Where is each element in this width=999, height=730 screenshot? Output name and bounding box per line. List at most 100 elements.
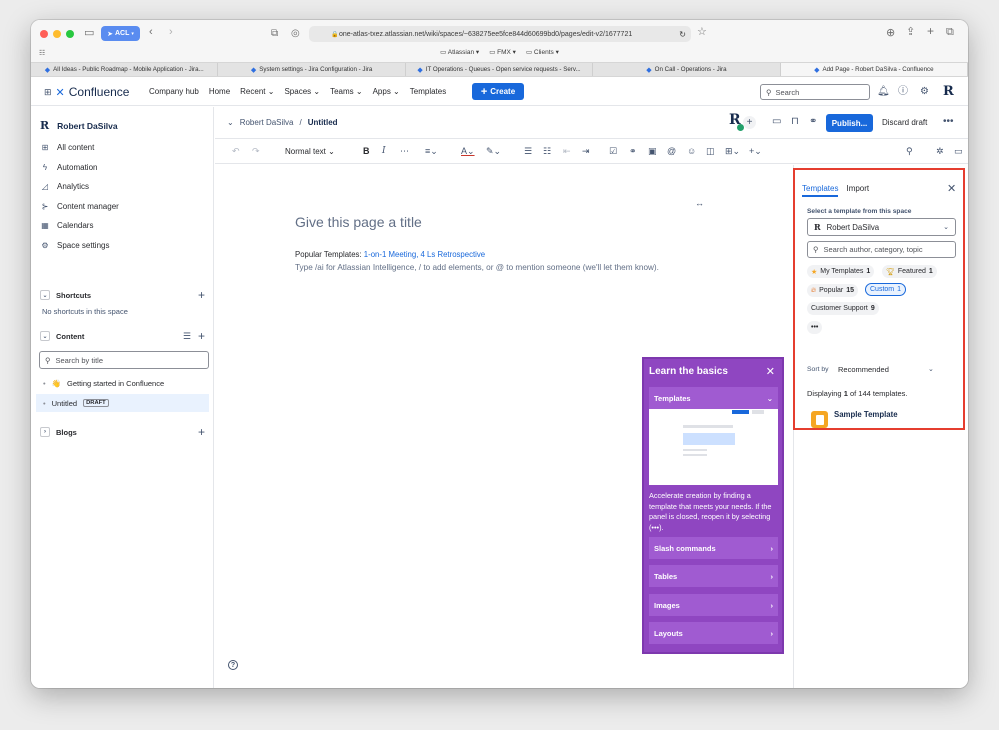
editor-placeholder-hint[interactable]: Type /ai for Atlassian Intelligence, / t… [295, 263, 659, 272]
find-replace-icon[interactable]: ⚲ [906, 147, 913, 156]
reload-icon[interactable]: ↻ [679, 30, 686, 39]
translate-icon[interactable]: ⧉ [271, 28, 278, 39]
layout-icon[interactable]: ◫ [706, 147, 715, 156]
table-icon[interactable]: ⊞⌄ [725, 147, 740, 156]
more-actions-icon[interactable]: ••• [943, 116, 954, 127]
alignment-icon[interactable]: ≡⌄ [425, 147, 438, 156]
image-icon[interactable]: ▣ [648, 147, 657, 156]
add-collaborator-icon[interactable]: + [743, 116, 756, 129]
notifications-bell-icon[interactable]: 🔔︎ [877, 87, 890, 97]
link-icon[interactable]: ⚭ [629, 147, 637, 156]
discard-draft-button[interactable]: Discard draft [882, 118, 927, 127]
address-bar[interactable]: 🔒 one-atlas-txez.atlassian.net/wiki/spac… [309, 26, 691, 42]
insert-more-icon[interactable]: +⌄ [749, 147, 762, 156]
expand-width-icon[interactable]: ↔ [695, 198, 704, 208]
browser-tab-active[interactable]: ◆ Add Page - Robert DaSilva - Confluence [780, 63, 968, 76]
redo-icon[interactable]: ↷ [252, 147, 260, 156]
browser-tab[interactable]: ◆ On Call - Operations - Jira [593, 63, 781, 76]
text-style-dropdown[interactable]: Normal text ⌄ [285, 147, 335, 156]
close-window-button[interactable] [40, 30, 48, 38]
breadcrumb-parent[interactable]: Robert DaSilva [240, 118, 294, 127]
nav-apps[interactable]: Apps ⌄ [373, 87, 400, 96]
bookmark-folder-atlassian[interactable]: ▭ Atlassian ▾ [440, 48, 479, 56]
browser-tab[interactable]: ◆ IT Operations - Queues - Open service r… [406, 63, 594, 76]
close-icon[interactable]: ✕ [766, 365, 775, 378]
sidebar-item-space-settings[interactable]: ⚙ Space settings [41, 240, 119, 251]
add-blog-icon[interactable]: + [198, 425, 205, 439]
forward-icon[interactable]: › [169, 27, 173, 38]
bold-icon[interactable]: B [363, 147, 370, 156]
blogs-header[interactable]: › Blogs + [40, 425, 205, 439]
nav-templates[interactable]: Templates [410, 87, 446, 96]
indent-icon[interactable]: ⇥ [582, 147, 590, 156]
text-color-icon[interactable]: A⌄ [461, 147, 475, 156]
add-shortcut-icon[interactable]: + [198, 288, 205, 302]
learn-section-images[interactable]: Images › [649, 594, 778, 616]
page-title-input[interactable]: Give this page a title [295, 214, 422, 230]
tab-overview-icon[interactable]: ⧉ [946, 27, 954, 38]
tree-item-getting-started[interactable]: • 👋 Getting started in Confluence [36, 374, 209, 392]
learn-section-layouts[interactable]: Layouts › [649, 622, 778, 644]
outdent-icon[interactable]: ⇤ [563, 147, 571, 156]
restrictions-lock-icon[interactable]: ⊓ [791, 117, 799, 127]
nav-spaces[interactable]: Spaces ⌄ [284, 87, 320, 96]
learn-section-slash-commands[interactable]: Slash commands › [649, 537, 778, 559]
comment-icon[interactable]: ▭ [772, 117, 781, 127]
learn-section-templates[interactable]: Templates ⌄ [649, 387, 778, 409]
publish-button[interactable]: Publish... [826, 114, 873, 132]
nav-company-hub[interactable]: Company hub [149, 87, 199, 96]
space-header[interactable]: R Robert DaSilva [40, 119, 118, 132]
bullet-list-icon[interactable]: ☰ [524, 147, 532, 156]
settings-gear-icon[interactable]: ⚙ [920, 87, 929, 97]
sidebar-item-calendars[interactable]: ▦ Calendars [41, 220, 119, 231]
share-icon[interactable]: ⇪ [906, 27, 915, 38]
nav-home[interactable]: Home [209, 87, 230, 96]
link-icon[interactable]: ⚭ [809, 117, 817, 127]
chevron-down-icon[interactable]: ⌄ [40, 331, 50, 341]
shortcuts-header[interactable]: ⌄ Shortcuts + [40, 288, 205, 302]
sidebar-toggle-icon[interactable]: ▭ [84, 28, 94, 39]
chevron-down-icon[interactable]: ⌄ [40, 290, 50, 300]
downloads-icon[interactable]: ⊕ [886, 28, 895, 39]
profile-avatar[interactable]: R [943, 84, 954, 99]
create-button[interactable]: + Create [472, 83, 524, 100]
filter-icon[interactable]: ☰ [183, 331, 191, 342]
new-tab-icon[interactable]: + [927, 25, 934, 37]
ai-sparkle-icon[interactable]: ✲ [936, 147, 944, 156]
mention-icon[interactable]: @ [667, 147, 676, 156]
bookmark-folder-clients[interactable]: ▭ Clients ▾ [526, 48, 559, 56]
popular-template-links[interactable]: 1-on-1 Meeting, 4 Ls Retrospective [364, 250, 485, 259]
confluence-logo[interactable]: ⊞ ✕ Confluence [44, 85, 129, 99]
sidebar-item-automation[interactable]: ϟ Automation [41, 162, 119, 173]
acl-extension-button[interactable]: ➤ ACL ▾ [101, 26, 140, 41]
bookmark-star-icon[interactable]: ☆ [697, 27, 707, 38]
learn-section-tables[interactable]: Tables › [649, 565, 778, 587]
sidebar-item-content-manager[interactable]: ⊱ Content manager [41, 201, 119, 212]
chevron-down-icon[interactable]: ⌄ [227, 118, 234, 127]
content-search-input[interactable]: ⚲ Search by title [39, 351, 209, 369]
browser-tab[interactable]: ◆ System settings - Jira Configuration - … [218, 63, 406, 76]
video-icon[interactable]: ▭ [954, 147, 963, 156]
undo-icon[interactable]: ↶ [232, 147, 240, 156]
zoom-window-button[interactable] [66, 30, 74, 38]
chevron-right-icon[interactable]: › [40, 427, 50, 437]
more-formatting-icon[interactable]: ⋯ [400, 147, 409, 156]
task-checkbox-icon[interactable]: ☑ [609, 147, 617, 156]
bookmark-folder-fmx[interactable]: ▭ FMX ▾ [489, 48, 516, 56]
global-search-input[interactable]: ⚲ Search [760, 84, 870, 100]
help-icon[interactable]: ⓘ [898, 87, 908, 97]
app-switcher-icon[interactable]: ⊞ [44, 87, 52, 98]
numbered-list-icon[interactable]: ☷ [543, 147, 551, 156]
add-content-icon[interactable]: + [198, 329, 205, 343]
minimize-window-button[interactable] [53, 30, 61, 38]
sidebar-item-all-content[interactable]: ⊞ All content [41, 142, 119, 153]
nav-teams[interactable]: Teams ⌄ [330, 87, 363, 96]
nav-recent[interactable]: Recent ⌄ [240, 87, 274, 96]
tree-item-untitled[interactable]: • Untitled DRAFT [36, 394, 209, 412]
privacy-icon[interactable]: ◎ [291, 28, 300, 39]
back-icon[interactable]: ‹ [149, 27, 153, 38]
sidebar-item-analytics[interactable]: ◿ Analytics [41, 181, 119, 192]
browser-tab[interactable]: ◆ All Ideas - Public Roadmap - Mobile App… [31, 63, 219, 76]
content-header[interactable]: ⌄ Content ☰ + [40, 329, 205, 343]
help-circle-icon[interactable]: ? [228, 660, 238, 670]
